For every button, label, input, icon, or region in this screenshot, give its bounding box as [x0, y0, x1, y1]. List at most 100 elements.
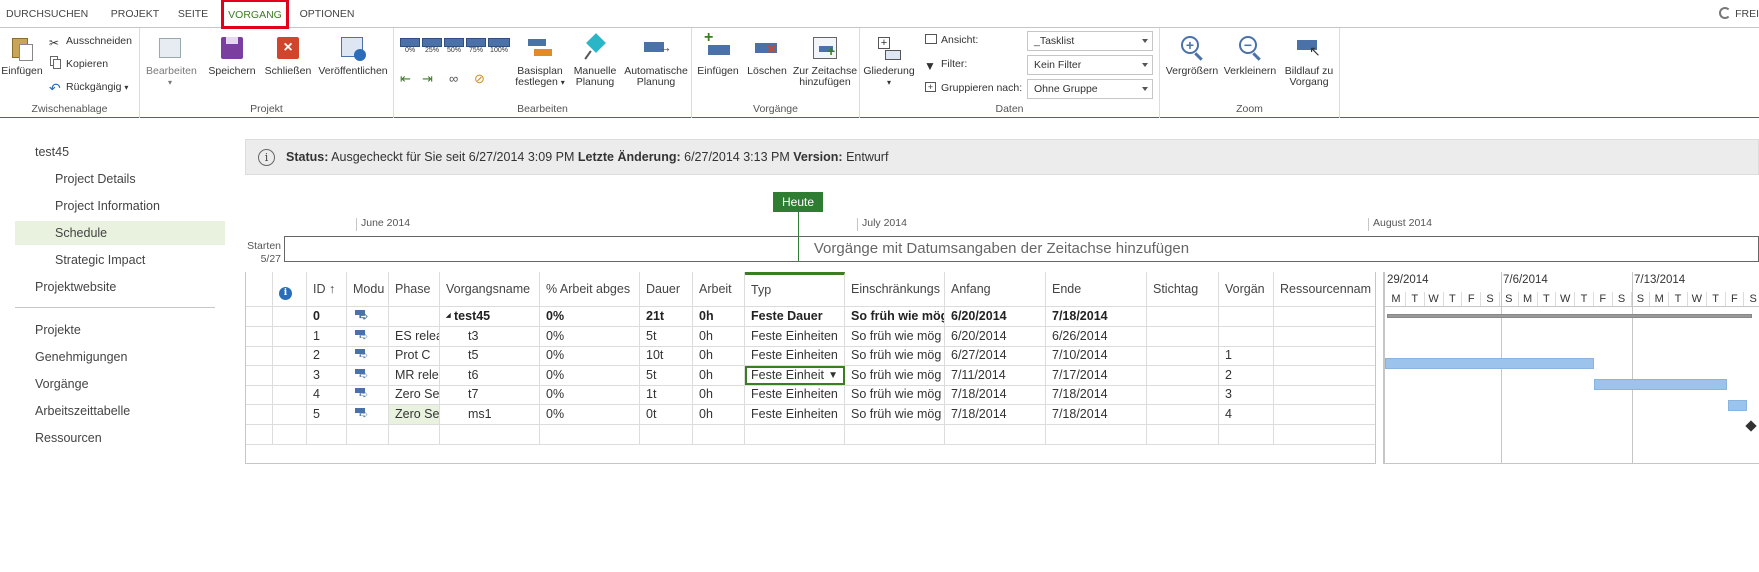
cell-stichtag[interactable] — [1147, 307, 1219, 326]
cell-ressourcen[interactable] — [1274, 405, 1376, 424]
filter-select[interactable]: Kein Filter — [1027, 55, 1153, 75]
cell-modus[interactable]: ➪ — [347, 365, 389, 385]
cell-typ[interactable]: Feste Einheiten — [745, 346, 845, 366]
cell-anfang[interactable]: 6/20/2014 — [945, 307, 1046, 326]
header-indicators[interactable]: i — [273, 272, 307, 306]
row-select[interactable] — [246, 424, 273, 444]
gantt-task-bar[interactable] — [1728, 400, 1747, 411]
cell-phase[interactable]: Prot C — [389, 346, 440, 366]
cell-arbeit[interactable]: 0h — [693, 405, 745, 424]
cell-ressourcen[interactable] — [1274, 307, 1376, 326]
cell-arbeit[interactable]: 0h — [693, 326, 745, 346]
undo-button[interactable]: ↶ Rückgängig ▾ — [49, 78, 128, 96]
gantt-milestone[interactable] — [1745, 420, 1757, 432]
nav-item-projektwebsite[interactable]: Projektwebsite — [35, 275, 116, 299]
nav-item-arbeitszeittabelle[interactable]: Arbeitszeittabelle — [35, 399, 130, 423]
cell-ende[interactable]: 7/18/2014 — [1046, 405, 1147, 424]
cell-anfang[interactable]: 7/18/2014 — [945, 385, 1046, 405]
outline-button[interactable]: + Gliederung ▾ — [862, 34, 916, 88]
row-indicator[interactable] — [273, 346, 307, 366]
cell-einschraenkung[interactable]: So früh wie mög — [845, 326, 945, 346]
nav-item-strategic-impact[interactable]: Strategic Impact — [55, 248, 145, 272]
zoom-out-button[interactable]: − Verkleinern — [1222, 34, 1278, 77]
publish-button[interactable]: Veröffentlichen — [314, 34, 392, 77]
row-select[interactable] — [246, 307, 273, 326]
row-select[interactable] — [246, 385, 273, 405]
baseline-button[interactable]: Basisplan festlegen ▾ — [512, 34, 568, 88]
table-row[interactable]: 4 ➪ Zero Ser t7 0% 1t 0h Feste Einheiten So früh… — [246, 385, 1376, 406]
gantt-task-bar[interactable] — [1385, 358, 1594, 369]
table-row[interactable] — [246, 424, 1376, 445]
header-vorgangsname[interactable]: Vorgangsname — [440, 272, 540, 306]
row-select[interactable] — [246, 365, 273, 385]
pct-25-button[interactable]: 25% — [422, 38, 442, 54]
cell-pct-work[interactable]: 0% — [540, 405, 640, 424]
cell-vorgaenger[interactable]: 4 — [1219, 405, 1274, 424]
cell-vorgangsname[interactable]: ms1 — [440, 405, 540, 424]
cell-dauer[interactable]: 5t — [640, 326, 693, 346]
header-vorgaenger[interactable]: Vorgän — [1219, 272, 1274, 306]
cell-einschraenkung[interactable]: So früh wie mög — [845, 405, 945, 424]
cell-ressourcen[interactable] — [1274, 365, 1376, 385]
tab-vorgang[interactable]: VORGANG — [221, 0, 289, 29]
timeline[interactable]: Heute June 2014 July 2014 August 2014 St… — [245, 192, 1759, 272]
table-row[interactable]: 3 ➪ MR relea t6 0% 5t 0h Feste Einheit ▼ So früh … — [246, 365, 1376, 386]
cell-phase[interactable]: Zero Ser — [389, 385, 440, 405]
header-arbeit[interactable]: Arbeit — [693, 272, 745, 306]
outdent-icon[interactable]: ⇤ — [400, 70, 411, 88]
row-indicator[interactable] — [273, 326, 307, 346]
row-select[interactable] — [246, 346, 273, 366]
cell-einschraenkung[interactable]: So früh wie mög — [845, 346, 945, 366]
insert-task-button[interactable]: + Einfügen — [694, 30, 742, 77]
cell-ende[interactable] — [1046, 424, 1147, 444]
delete-task-button[interactable]: × Löschen — [744, 34, 790, 77]
header-einschraenkung[interactable]: Einschränkungs — [845, 272, 945, 306]
nav-item-test45[interactable]: test45 — [35, 140, 69, 164]
pct-100-button[interactable]: 100% — [488, 38, 510, 54]
cell-ressourcen[interactable] — [1274, 326, 1376, 346]
header-anfang[interactable]: Anfang — [945, 272, 1046, 306]
cell-ende[interactable]: 7/17/2014 — [1046, 365, 1147, 385]
cell-einschraenkung[interactable]: So früh wie mög — [845, 385, 945, 405]
cell-id[interactable]: 3 — [307, 365, 347, 385]
cell-typ[interactable]: Feste Einheiten — [745, 385, 845, 405]
cell-stichtag[interactable] — [1147, 346, 1219, 366]
collapse-icon[interactable]: ◢ — [446, 307, 451, 326]
cell-typ[interactable]: Feste Dauer — [745, 307, 845, 326]
cell-vorgangsname[interactable]: t7 — [440, 385, 540, 405]
cell-typ[interactable]: Feste Einheiten — [745, 326, 845, 346]
header-phase[interactable]: Phase — [389, 272, 440, 306]
cell-vorgangsname[interactable]: ◢ test45 — [440, 307, 540, 326]
auto-schedule-button[interactable]: → Automatische Planung — [622, 34, 690, 88]
cell-stichtag[interactable] — [1147, 326, 1219, 346]
cell-arbeit[interactable]: 0h — [693, 365, 745, 385]
cell-anfang[interactable]: 7/18/2014 — [945, 405, 1046, 424]
gantt-summary-bar[interactable] — [1387, 314, 1752, 318]
scroll-to-task-button[interactable]: ↖ Bildlauf zu Vorgang — [1280, 34, 1338, 88]
cell-phase[interactable] — [389, 424, 440, 444]
timeline-bar[interactable]: Vorgänge mit Datumsangaben der Zeitachse… — [284, 236, 1759, 262]
cell-einschraenkung[interactable]: So früh wie mög — [845, 307, 945, 326]
cell-arbeit[interactable]: 0h — [693, 346, 745, 366]
cell-stichtag[interactable] — [1147, 385, 1219, 405]
cell-id[interactable]: 4 — [307, 385, 347, 405]
cell-vorgaenger[interactable] — [1219, 326, 1274, 346]
header-stichtag[interactable]: Stichtag — [1147, 272, 1219, 306]
cell-modus[interactable]: ➪ — [347, 405, 389, 424]
cell-arbeit[interactable]: 0h — [693, 307, 745, 326]
cell-phase[interactable]: MR relea — [389, 365, 440, 385]
cell-dauer[interactable] — [640, 424, 693, 444]
cell-dauer[interactable]: 10t — [640, 346, 693, 366]
cell-ressourcen[interactable] — [1274, 385, 1376, 405]
edit-button[interactable]: Bearbeiten ▾ — [146, 34, 197, 88]
save-button[interactable]: Speichern — [208, 34, 256, 77]
header-dauer[interactable]: Dauer — [640, 272, 693, 306]
row-indicator[interactable] — [273, 385, 307, 405]
cell-arbeit[interactable]: 0h — [693, 385, 745, 405]
tab-projekt[interactable]: PROJEKT — [105, 0, 165, 28]
pct-75-button[interactable]: 75% — [466, 38, 486, 54]
header-rowselect[interactable] — [246, 272, 273, 306]
cell-modus[interactable] — [347, 424, 389, 444]
tab-seite[interactable]: SEITE — [170, 0, 216, 28]
nav-item-project-details[interactable]: Project Details — [55, 167, 136, 191]
